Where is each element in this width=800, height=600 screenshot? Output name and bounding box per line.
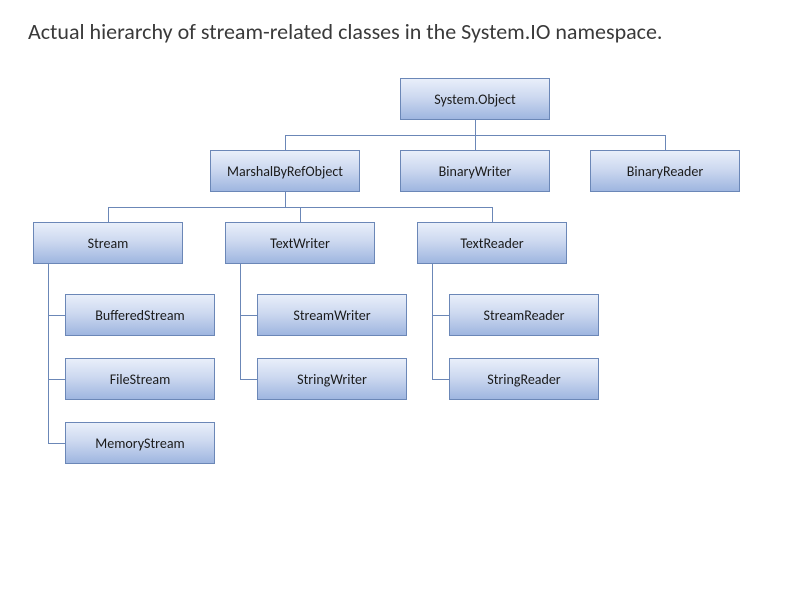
class-box-memorystream: MemoryStream: [65, 422, 215, 464]
connector-line: [432, 379, 449, 380]
connector-line: [300, 207, 301, 222]
page-title: Actual hierarchy of stream-related class…: [28, 18, 760, 47]
connector-line: [432, 315, 449, 316]
connector-line: [285, 135, 286, 150]
connector-line: [665, 135, 666, 150]
connector-line: [475, 120, 476, 135]
class-box-textwriter: TextWriter: [225, 222, 375, 264]
connector-line: [475, 135, 476, 150]
class-box-system-object: System.Object: [400, 78, 550, 120]
class-box-binaryreader: BinaryReader: [590, 150, 740, 192]
class-box-stringwriter: StringWriter: [257, 358, 407, 400]
connector-line: [492, 207, 493, 222]
class-box-stringreader: StringReader: [449, 358, 599, 400]
connector-line: [240, 264, 241, 379]
class-box-streamwriter: StreamWriter: [257, 294, 407, 336]
connector-line: [240, 379, 257, 380]
class-box-marshalbyrefobject: MarshalByRefObject: [210, 150, 360, 192]
class-box-textreader: TextReader: [417, 222, 567, 264]
connector-line: [108, 207, 109, 222]
connector-line: [432, 264, 433, 379]
class-box-streamreader: StreamReader: [449, 294, 599, 336]
connector-line: [48, 264, 49, 443]
class-box-filestream: FileStream: [65, 358, 215, 400]
connector-line: [240, 315, 257, 316]
connector-line: [285, 192, 286, 207]
class-box-stream: Stream: [33, 222, 183, 264]
class-box-binarywriter: BinaryWriter: [400, 150, 550, 192]
connector-line: [48, 443, 65, 444]
connector-line: [48, 315, 65, 316]
class-box-bufferedstream: BufferedStream: [65, 294, 215, 336]
connector-line: [48, 379, 65, 380]
